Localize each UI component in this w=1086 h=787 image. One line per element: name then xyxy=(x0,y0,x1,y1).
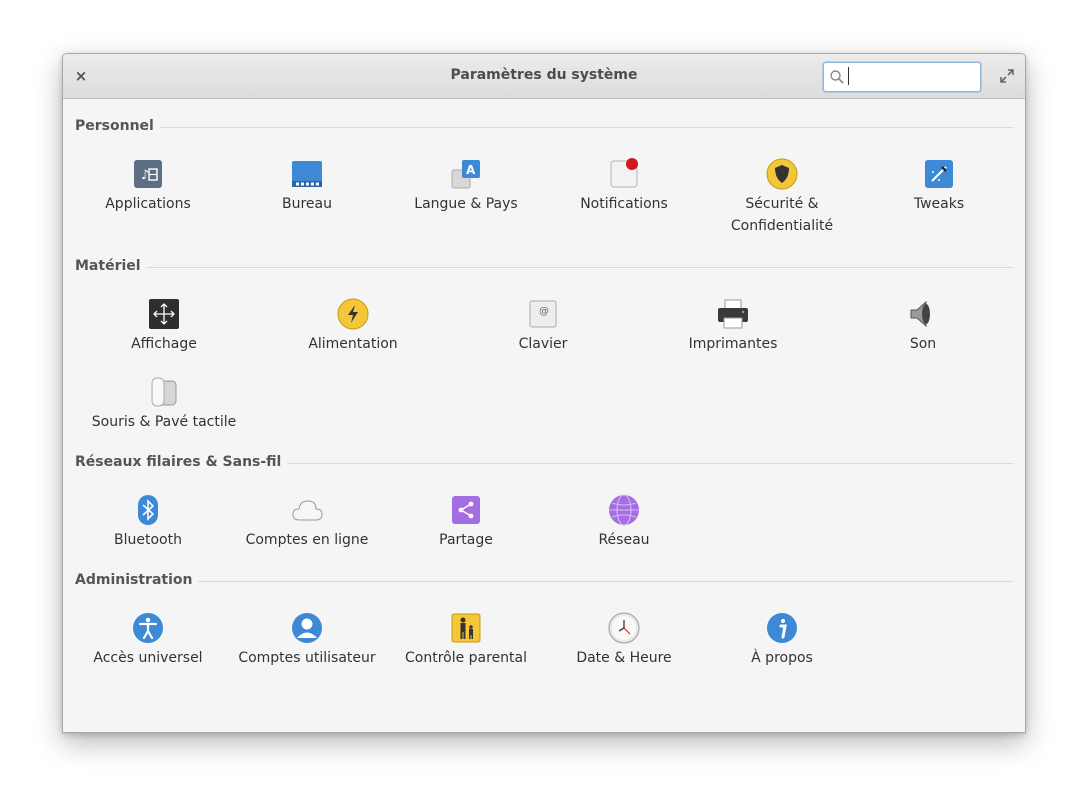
notifications-icon xyxy=(610,158,638,188)
power-icon xyxy=(337,298,369,330)
item-reseau[interactable]: Réseau xyxy=(545,494,703,551)
security-shield-icon xyxy=(766,158,798,190)
printer-icon xyxy=(718,299,748,329)
tweaks-wand-icon xyxy=(925,160,953,188)
item-bureau[interactable]: Bureau xyxy=(228,158,386,215)
mouse-icon xyxy=(151,377,177,407)
item-comptes-utilisateur[interactable]: Comptes utilisateur xyxy=(228,612,386,669)
item-label: Affichage xyxy=(131,336,197,352)
item-label: Souris & Pavé tactile xyxy=(91,414,237,430)
item-label: Bluetooth xyxy=(114,532,182,548)
section-divider xyxy=(75,127,1013,128)
item-label: À propos xyxy=(751,650,813,666)
item-alimentation[interactable]: Alimentation xyxy=(274,298,432,355)
svg-text:♪: ♪ xyxy=(141,168,149,183)
item-label: Comptes en ligne xyxy=(245,532,369,548)
item-label: Imprimantes xyxy=(688,336,778,352)
section-title-reseaux: Réseaux filaires & Sans-fil xyxy=(75,454,288,470)
item-label: Contrôle parental xyxy=(404,650,528,666)
item-bluetooth[interactable]: Bluetooth xyxy=(69,494,227,551)
display-icon xyxy=(149,299,179,329)
cloud-icon xyxy=(292,500,323,521)
item-label: Langue & Pays xyxy=(414,196,518,212)
item-son[interactable]: Son xyxy=(844,298,1002,355)
item-securite[interactable]: Sécurité & Confidentialité xyxy=(703,158,861,237)
item-label: Son xyxy=(909,336,937,352)
svg-text:A: A xyxy=(466,163,476,177)
item-label: Alimentation xyxy=(308,336,398,352)
applications-icon: ♪ xyxy=(134,160,162,188)
item-label: Réseau xyxy=(598,532,650,548)
item-souris[interactable]: Souris & Pavé tactile xyxy=(85,376,243,433)
svg-text:@: @ xyxy=(539,306,549,317)
item-date-heure[interactable]: Date & Heure xyxy=(545,612,703,669)
item-clavier[interactable]: @ Clavier xyxy=(464,298,622,355)
item-notifications[interactable]: Notifications xyxy=(545,158,703,215)
item-label: Partage xyxy=(439,532,493,548)
about-info-icon xyxy=(767,613,797,643)
speaker-icon xyxy=(910,300,930,328)
item-label: Comptes utilisateur xyxy=(238,650,376,666)
item-label: Clavier xyxy=(518,336,568,352)
language-icon: A xyxy=(451,160,480,189)
section-title-administration: Administration xyxy=(75,572,199,588)
titlebar: × Paramètres du système xyxy=(63,54,1025,99)
section-title-materiel: Matériel xyxy=(75,258,147,274)
keyboard-icon: @ xyxy=(529,300,557,328)
item-label: Sécurité & Confidentialité xyxy=(730,196,834,234)
item-comptes-en-ligne[interactable]: Comptes en ligne xyxy=(228,494,386,551)
item-label: Applications xyxy=(105,196,191,212)
clock-icon xyxy=(608,612,640,644)
section-title-personnel: Personnel xyxy=(75,118,160,134)
item-label: Date & Heure xyxy=(576,650,672,666)
item-label: Tweaks xyxy=(913,196,965,212)
settings-window: × Paramètres du système Personnel ♪ Appl… xyxy=(62,53,1026,733)
item-tweaks[interactable]: Tweaks xyxy=(860,158,1018,215)
item-partage[interactable]: Partage xyxy=(387,494,545,551)
item-label: Bureau xyxy=(282,196,332,212)
search-icon xyxy=(830,70,844,84)
network-globe-icon xyxy=(609,494,639,526)
parental-control-icon xyxy=(451,613,481,643)
bluetooth-icon xyxy=(138,495,158,525)
item-langue-pays[interactable]: A Langue & Pays xyxy=(387,158,545,215)
item-imprimantes[interactable]: Imprimantes xyxy=(654,298,812,355)
desktop-icon xyxy=(292,161,322,187)
section-divider xyxy=(75,581,1013,582)
maximize-icon[interactable] xyxy=(1000,69,1014,83)
item-applications[interactable]: ♪ Applications xyxy=(69,158,227,215)
accessibility-icon xyxy=(133,613,163,643)
item-label: Accès universel xyxy=(93,650,203,666)
item-a-propos[interactable]: À propos xyxy=(703,612,861,669)
user-accounts-icon xyxy=(292,613,322,643)
item-label: Notifications xyxy=(580,196,668,212)
search-input[interactable] xyxy=(848,67,973,85)
section-divider xyxy=(75,267,1013,268)
item-affichage[interactable]: Affichage xyxy=(85,298,243,355)
search-field[interactable] xyxy=(823,62,981,92)
item-controle-parental[interactable]: Contrôle parental xyxy=(387,612,545,669)
share-icon xyxy=(452,496,480,524)
item-acces-universel[interactable]: Accès universel xyxy=(69,612,227,669)
